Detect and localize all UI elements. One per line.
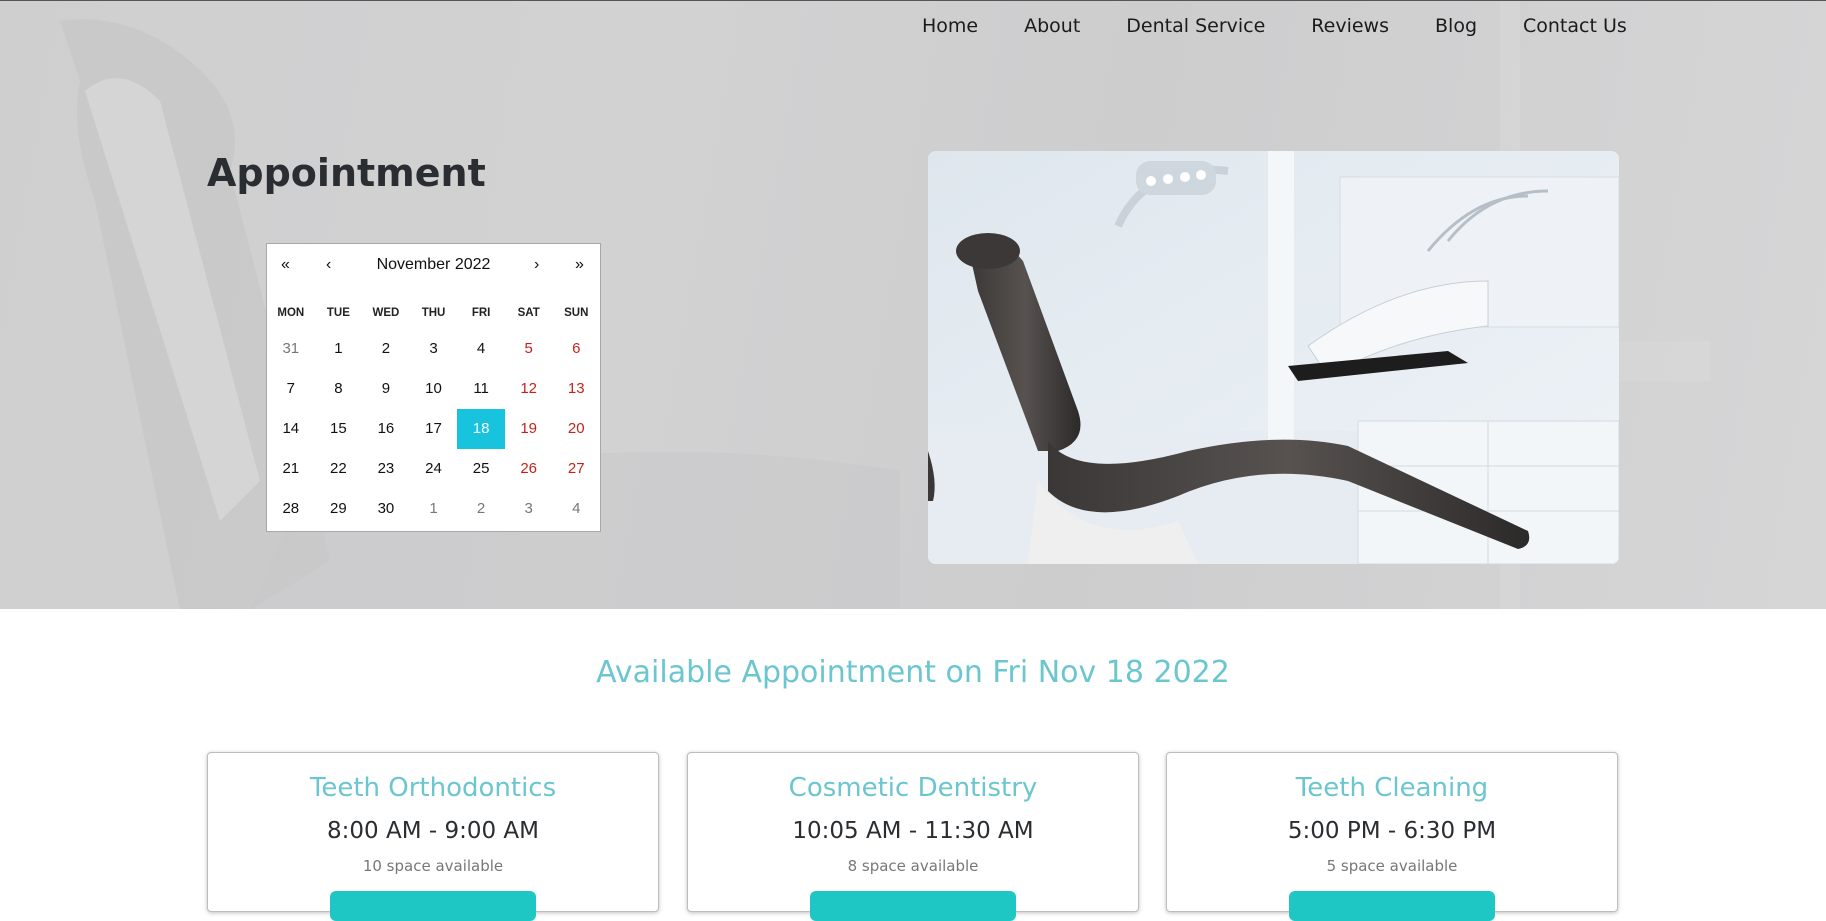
calendar-day[interactable]: 26	[505, 449, 553, 489]
calendar-day[interactable]: 1	[315, 329, 363, 369]
service-time: 10:05 AM - 11:30 AM	[792, 818, 1034, 844]
calendar-day[interactable]: 5	[505, 329, 553, 369]
calendar-day[interactable]: 11	[457, 369, 505, 409]
weekday-label: SUN	[564, 307, 589, 319]
calendar-day[interactable]: 24	[410, 449, 458, 489]
calendar-week: 31 1 2 3 4 5 6	[267, 329, 600, 369]
service-availability: 5 space available	[1326, 857, 1458, 875]
calendar-day[interactable]: 16	[362, 409, 410, 449]
calendar-day[interactable]: 1	[410, 489, 458, 529]
weekday-label: FRI	[471, 307, 491, 319]
calendar-day[interactable]: 23	[362, 449, 410, 489]
nav-reviews[interactable]: Reviews	[1311, 13, 1389, 39]
calendar-day[interactable]: 27	[552, 449, 600, 489]
calendar-day[interactable]: 7	[267, 369, 315, 409]
appointment-card: Teeth Cleaning 5:00 PM - 6:30 PM 5 space…	[1166, 752, 1618, 921]
calendar-header: November 2022 « ‹ › »	[267, 256, 600, 278]
calendar-day[interactable]: 29	[315, 489, 363, 529]
service-time: 5:00 PM - 6:30 PM	[1287, 818, 1497, 844]
service-time: 8:00 AM - 9:00 AM	[327, 818, 539, 844]
nav-contact-us[interactable]: Contact Us	[1523, 13, 1627, 39]
calendar-day[interactable]: 21	[267, 449, 315, 489]
calendar-day[interactable]: 22	[315, 449, 363, 489]
calendar-day[interactable]: 3	[505, 489, 553, 529]
nav-about[interactable]: About	[1024, 13, 1080, 39]
calendar-weekdays: MON TUE WED THU FRI SAT SUN	[267, 307, 600, 319]
service-availability: 10 space available	[362, 857, 504, 875]
calendar-week: 21 22 23 24 25 26 27	[267, 449, 600, 489]
calendar-week: 7 8 9 10 11 12 13	[267, 369, 600, 409]
weekday-label: WED	[372, 307, 400, 319]
service-title: Cosmetic Dentistry	[788, 773, 1038, 803]
service-availability: 8 space available	[847, 857, 979, 875]
calendar-day[interactable]: 9	[362, 369, 410, 409]
calendar-month-label[interactable]: November 2022	[267, 256, 600, 274]
calendar-day[interactable]: 2	[457, 489, 505, 529]
prev-month-button[interactable]: ‹	[326, 256, 331, 274]
calendar-day[interactable]: 25	[457, 449, 505, 489]
next-month-button[interactable]: ›	[534, 256, 539, 274]
calendar-day-selected[interactable]: 18	[457, 409, 505, 449]
book-appointment-button[interactable]	[810, 891, 1016, 921]
dental-chair-photo	[928, 151, 1619, 564]
calendar-day[interactable]: 19	[505, 409, 553, 449]
calendar-week: 14 15 16 17 18 19 20	[267, 409, 600, 449]
weekday-label: MON	[277, 307, 305, 319]
service-title: Teeth Orthodontics	[309, 773, 557, 803]
prev-year-button[interactable]: «	[281, 256, 290, 274]
calendar-day[interactable]: 8	[315, 369, 363, 409]
nav-blog[interactable]: Blog	[1435, 13, 1477, 39]
book-appointment-button[interactable]	[330, 891, 536, 921]
service-title: Teeth Cleaning	[1295, 773, 1489, 803]
weekday-label: TUE	[326, 307, 350, 319]
book-appointment-button[interactable]	[1289, 891, 1495, 921]
dental-chair-illustration	[928, 151, 1619, 564]
next-year-button[interactable]: »	[575, 256, 584, 274]
main-nav: Home About Dental Service Reviews Blog C…	[922, 13, 1627, 39]
calendar-day[interactable]: 13	[552, 369, 600, 409]
calendar-day[interactable]: 15	[315, 409, 363, 449]
weekday-label: THU	[421, 307, 446, 319]
calendar-day[interactable]: 28	[267, 489, 315, 529]
calendar-day[interactable]: 4	[457, 329, 505, 369]
calendar-week: 28 29 30 1 2 3 4	[267, 489, 600, 529]
calendar-day[interactable]: 10	[410, 369, 458, 409]
hero-section: Home About Dental Service Reviews Blog C…	[0, 0, 1826, 609]
calendar-day[interactable]: 31	[267, 329, 315, 369]
calendar-day[interactable]: 30	[362, 489, 410, 529]
page-title: Appointment	[207, 151, 486, 195]
calendar-day[interactable]: 17	[410, 409, 458, 449]
appointment-card: Teeth Orthodontics 8:00 AM - 9:00 AM 10 …	[207, 752, 659, 921]
calendar-day[interactable]: 3	[410, 329, 458, 369]
available-appointment-heading: Available Appointment on Fri Nov 18 2022	[596, 655, 1230, 690]
calendar-day[interactable]: 6	[552, 329, 600, 369]
calendar-day[interactable]: 2	[362, 329, 410, 369]
nav-home[interactable]: Home	[922, 13, 978, 39]
weekday-label: SAT	[517, 307, 540, 319]
calendar-day[interactable]: 12	[505, 369, 553, 409]
appointment-card: Cosmetic Dentistry 10:05 AM - 11:30 AM 8…	[687, 752, 1139, 921]
nav-dental-service[interactable]: Dental Service	[1126, 13, 1265, 39]
calendar-day[interactable]: 14	[267, 409, 315, 449]
calendar-day[interactable]: 20	[552, 409, 600, 449]
calendar-day[interactable]: 4	[552, 489, 600, 529]
appointment-calendar: November 2022 « ‹ › » MON TUE WED THU FR…	[266, 243, 601, 532]
